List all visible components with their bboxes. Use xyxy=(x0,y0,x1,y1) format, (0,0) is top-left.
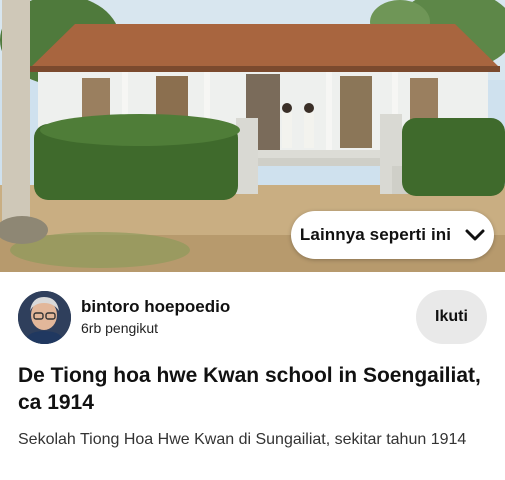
pin-description: Sekolah Tiong Hoa Hwe Kwan di Sungailiat… xyxy=(18,431,467,448)
pin-image[interactable]: Lainnya seperti ini xyxy=(0,0,505,272)
follow-button[interactable]: Ikuti xyxy=(416,290,487,344)
creator-avatar-image xyxy=(18,291,71,344)
chevron-down-icon xyxy=(465,229,485,241)
follower-count: 6rb pengikut xyxy=(81,320,159,336)
avatar[interactable] xyxy=(18,291,71,344)
pin-title: De Tiong hoa hwe Kwan school in Soengail… xyxy=(18,364,481,414)
more-like-this-label: Lainnya seperti ini xyxy=(299,225,452,244)
creator-name[interactable]: bintoro hoepoedio xyxy=(81,297,230,317)
more-like-this-button[interactable]: Lainnya seperti ini xyxy=(291,211,494,259)
